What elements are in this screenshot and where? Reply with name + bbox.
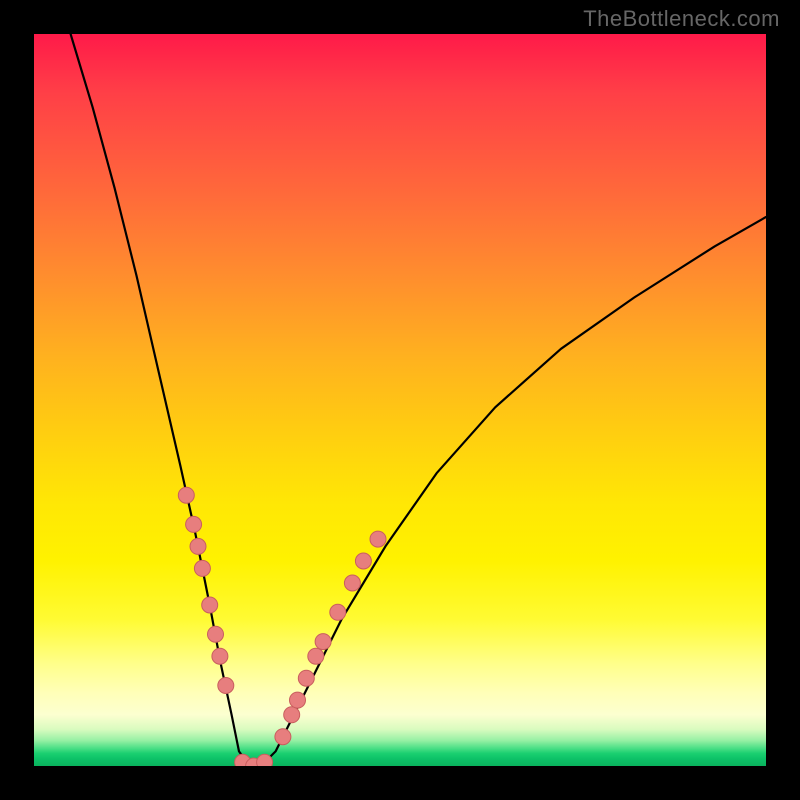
data-point bbox=[202, 597, 218, 613]
data-point bbox=[194, 560, 210, 576]
data-point bbox=[218, 678, 234, 694]
data-point bbox=[315, 634, 331, 650]
bottleneck-curve bbox=[71, 34, 766, 766]
data-point bbox=[212, 648, 228, 664]
watermark-text: TheBottleneck.com bbox=[583, 6, 780, 32]
chart-svg bbox=[34, 34, 766, 766]
data-point bbox=[208, 626, 224, 642]
data-point bbox=[284, 707, 300, 723]
data-point bbox=[186, 516, 202, 532]
data-point bbox=[290, 692, 306, 708]
data-point bbox=[190, 538, 206, 554]
data-point bbox=[355, 553, 371, 569]
data-point bbox=[330, 604, 346, 620]
data-point bbox=[275, 729, 291, 745]
data-point bbox=[298, 670, 314, 686]
plot-area bbox=[34, 34, 766, 766]
data-point bbox=[344, 575, 360, 591]
data-point bbox=[308, 648, 324, 664]
data-point bbox=[178, 487, 194, 503]
data-point bbox=[257, 754, 273, 766]
data-point bbox=[370, 531, 386, 547]
chart-frame: TheBottleneck.com bbox=[0, 0, 800, 800]
